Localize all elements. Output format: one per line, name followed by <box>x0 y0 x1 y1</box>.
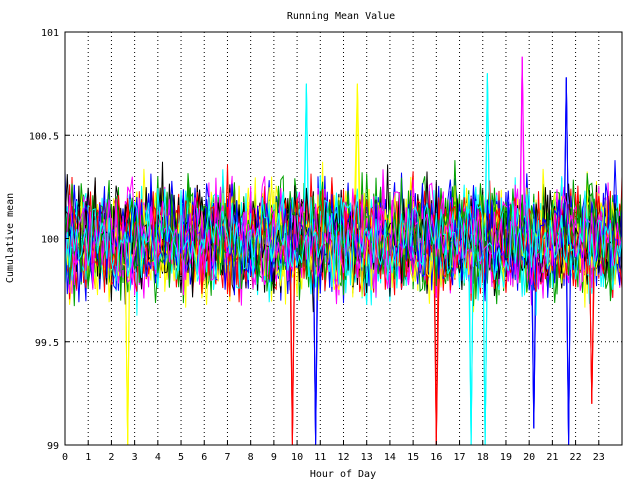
y-tick-label: 99.5 <box>35 338 59 349</box>
x-axis-ticks: 0 1 2 3 4 5 6 7 8 9 10 11 12 13 14 15 16 17 18 19 20 21 22 23 <box>62 441 605 463</box>
x-tick-label: 1 <box>85 452 91 463</box>
y-tick-label: 101 <box>41 28 59 39</box>
y-tick-label: 100 <box>41 235 59 246</box>
y-tick-label: 100.5 <box>29 131 59 142</box>
x-tick-label: 14 <box>384 452 396 463</box>
x-tick-label: 17 <box>454 452 466 463</box>
y-axis-ticks: 99 99.5 100 100.5 101 <box>29 28 69 452</box>
x-tick-label: 4 <box>155 452 161 463</box>
x-tick-label: 16 <box>430 452 442 463</box>
y-axis-label: Cumulative mean <box>5 193 16 283</box>
x-tick-label: 9 <box>271 452 277 463</box>
series-lines <box>64 56 623 446</box>
running-mean-chart: Running Mean Value 0 1 2 3 4 5 6 7 8 9 10 11 12 13 14 1… <box>5 11 623 480</box>
x-tick-label: 20 <box>523 452 535 463</box>
x-tick-label: 2 <box>108 452 114 463</box>
x-tick-label: 5 <box>178 452 184 463</box>
x-tick-label: 18 <box>477 452 489 463</box>
x-tick-label: 3 <box>132 452 138 463</box>
x-tick-label: 11 <box>314 452 326 463</box>
x-tick-label: 7 <box>224 452 230 463</box>
x-tick-label: 15 <box>407 452 419 463</box>
x-axis-label: Hour of Day <box>310 469 376 480</box>
x-tick-label: 21 <box>546 452 558 463</box>
y-tick-label: 99 <box>47 441 59 452</box>
x-tick-label: 0 <box>62 452 68 463</box>
x-tick-label: 19 <box>500 452 512 463</box>
x-tick-label: 12 <box>337 452 349 463</box>
x-tick-label: 10 <box>291 452 303 463</box>
x-tick-label: 6 <box>201 452 207 463</box>
x-tick-label: 13 <box>361 452 373 463</box>
chart-title: Running Mean Value <box>287 11 395 22</box>
x-tick-label: 8 <box>248 452 254 463</box>
x-tick-label: 23 <box>593 452 605 463</box>
x-tick-label: 22 <box>570 452 582 463</box>
